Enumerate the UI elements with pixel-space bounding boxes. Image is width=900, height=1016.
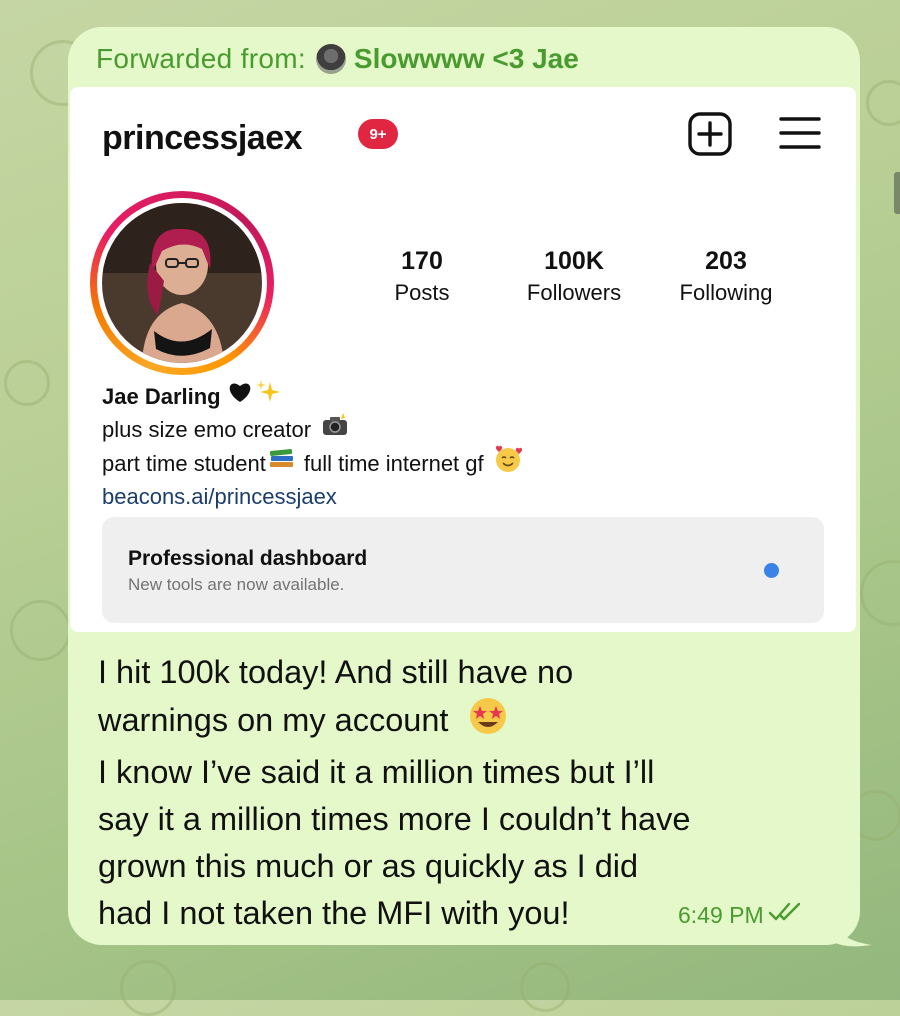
sparkles-icon [255,379,281,413]
message-time: 6:49 PM [678,901,764,928]
stat-label: Followers [526,280,622,305]
message-line: warnings on my account [98,702,449,739]
message-line: say it a million times more I couldn’t h… [98,801,691,837]
professional-dashboard-button[interactable]: Professional dashboard New tools are now… [102,517,824,623]
stat-following[interactable]: 203 Following [680,247,773,306]
message-line: I know I’ve said it a million times but … [98,754,655,790]
stat-followers[interactable]: 100K Followers [527,247,621,306]
profile-bio: Jae Darling plus size emo creator part t… [102,379,522,512]
bubble-tail [836,915,872,947]
stat-value: 203 [705,247,747,275]
sender-avatar[interactable] [315,44,346,74]
message-line: grown this much or as quickly as I did [98,848,639,884]
stat-label: Posts [394,280,450,305]
stat-value: 100K [544,247,604,275]
plus-square-icon[interactable] [688,112,732,156]
display-name: Jae Darling [102,383,221,409]
dashboard-subtitle: New tools are now available. [128,575,345,594]
profile-avatar[interactable] [90,191,274,375]
profile-link[interactable]: beacons.ai/princessjaex [102,481,337,512]
bio-line-2a: part time student [102,450,266,476]
profile-photo [102,203,262,363]
star-struck-icon [468,696,508,749]
stat-value: 170 [401,247,443,275]
stat-posts[interactable]: 170 Posts [394,247,449,306]
message-line: I hit 100k today! And still have no [98,654,574,690]
bio-line-2b: full time internet gf [303,450,484,476]
scrollbar[interactable] [894,172,900,214]
message-line-with-emoji: warnings on my account [98,696,818,749]
profile-username: princessjaex [102,119,303,157]
forwarded-header[interactable]: Forwarded from: Slowwww <3 Jae [96,43,579,75]
hamburger-menu-icon[interactable] [778,115,822,151]
message-bubble[interactable]: Forwarded from: Slowwww <3 Jae princessj… [68,27,860,945]
sender-name[interactable]: Slowwww <3 Jae [354,43,579,75]
message-meta: 6:49 PM [678,901,802,929]
black-heart-icon [227,380,253,412]
instagram-profile-screenshot[interactable]: princessjaex 9+ 170 Posts 100K Followers… [70,87,856,632]
books-icon [268,447,296,479]
double-check-icon [764,901,802,929]
profile-stats: 170 Posts 100K Followers 203 Following [375,247,795,317]
message-text: I hit 100k today! And still have no warn… [98,649,818,937]
camera-flash-icon [321,413,349,445]
notification-badge: 9+ [358,119,398,149]
smiling-face-hearts-icon [494,445,522,481]
bio-line-1: plus size emo creator [102,416,312,442]
stat-label: Following [679,280,773,305]
forwarded-label: Forwarded from: [96,43,306,74]
dashboard-title: Professional dashboard [128,547,368,570]
new-indicator-dot [764,563,779,578]
